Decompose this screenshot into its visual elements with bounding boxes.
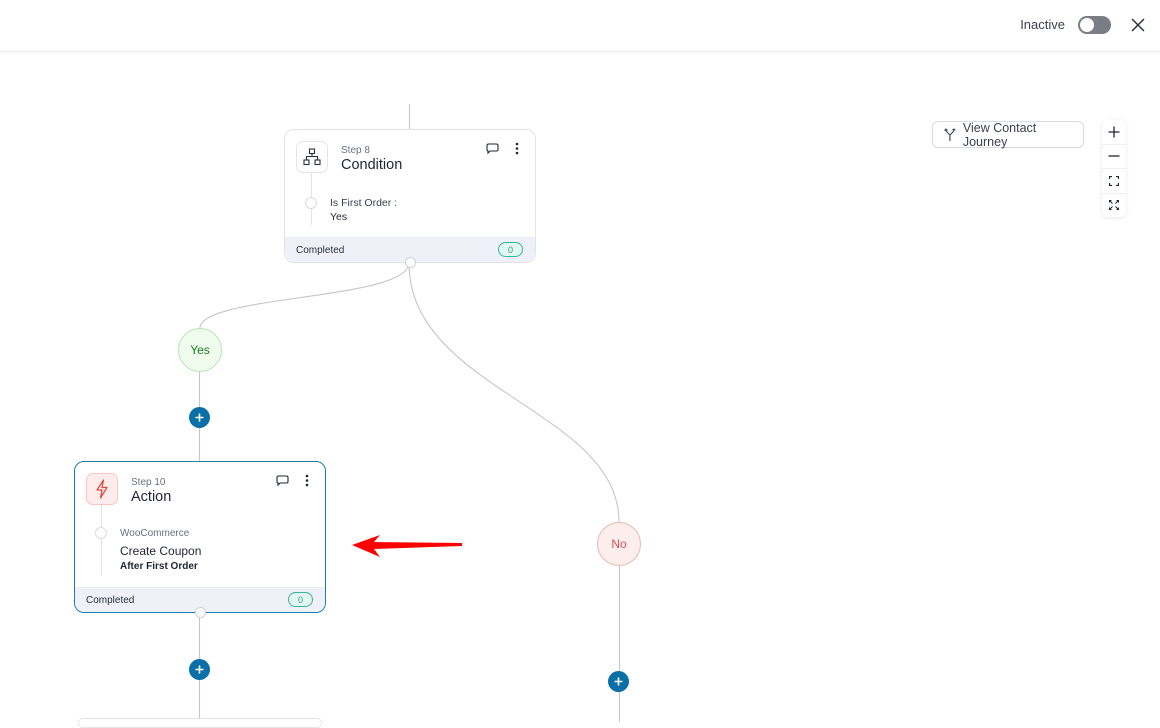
fit-icon <box>1109 175 1119 186</box>
add-step-button[interactable] <box>189 659 210 680</box>
toggle-knob <box>1080 18 1094 32</box>
more-options-icon[interactable] <box>515 142 519 160</box>
node-timeline <box>101 505 102 575</box>
zoom-out-button[interactable] <box>1102 145 1126 169</box>
next-step-node[interactable] <box>78 718 322 728</box>
add-step-button[interactable] <box>608 671 629 692</box>
integration-label: WooCommerce <box>120 528 190 539</box>
minus-icon <box>1108 155 1120 157</box>
footer-status: Completed <box>296 245 345 256</box>
add-step-button[interactable] <box>189 407 210 428</box>
fullscreen-button[interactable] <box>1102 194 1126 218</box>
hierarchy-icon <box>303 148 321 166</box>
output-port[interactable] <box>195 607 206 618</box>
top-bar: Inactive <box>0 0 1160 52</box>
footer-status: Completed <box>86 595 135 606</box>
no-edge <box>408 262 620 523</box>
node-title: Condition <box>341 157 403 173</box>
node-title: Action <box>131 489 172 505</box>
timeline-dot <box>305 197 317 209</box>
branch-icon <box>944 127 956 141</box>
yes-branch-node[interactable]: Yes <box>178 328 222 372</box>
active-toggle[interactable] <box>1078 16 1111 34</box>
plus-icon <box>195 413 204 422</box>
more-options-icon[interactable] <box>305 474 309 492</box>
no-label: No <box>611 537 627 551</box>
plus-icon <box>614 677 623 686</box>
plus-icon <box>1108 126 1120 138</box>
action-name: Create Coupon <box>120 544 202 558</box>
close-button[interactable] <box>1128 15 1148 35</box>
condition-rule-value: Yes <box>330 211 348 223</box>
timeline-dot <box>95 527 107 539</box>
step-label: Step 8 <box>341 145 370 156</box>
close-icon <box>1131 18 1145 32</box>
output-port[interactable] <box>405 257 416 268</box>
plus-icon <box>195 665 204 674</box>
comment-icon[interactable] <box>486 142 499 160</box>
status-label: Inactive <box>1020 17 1065 32</box>
action-icon-box <box>86 473 118 505</box>
view-contact-journey-button[interactable]: View Contact Journey <box>932 120 1084 149</box>
annotation-arrow-icon <box>352 535 462 557</box>
condition-node[interactable]: Step 8 Condition Is First Order : Yes Co… <box>284 129 536 268</box>
expand-icon <box>1109 200 1119 211</box>
action-detail: After First Order <box>120 561 198 572</box>
yes-edge <box>199 262 410 329</box>
lightning-icon <box>96 479 108 499</box>
condition-rule-label: Is First Order : <box>330 197 398 209</box>
zoom-controls <box>1102 120 1126 217</box>
fit-view-button[interactable] <box>1102 169 1126 194</box>
view-contact-journey-label: View Contact Journey <box>962 120 1037 149</box>
action-node[interactable]: Step 10 Action WooCommerce Create Coupon… <box>74 461 326 618</box>
completed-count-badge[interactable]: 0 <box>288 592 313 607</box>
no-branch-node[interactable]: No <box>597 522 641 566</box>
flow-connectors <box>198 104 621 722</box>
completed-count-badge[interactable]: 0 <box>498 242 523 257</box>
comment-icon[interactable] <box>276 474 289 492</box>
zoom-in-button[interactable] <box>1102 120 1126 145</box>
step-label: Step 10 <box>131 477 166 488</box>
yes-label: Yes <box>190 343 210 357</box>
condition-icon-box <box>296 141 328 173</box>
